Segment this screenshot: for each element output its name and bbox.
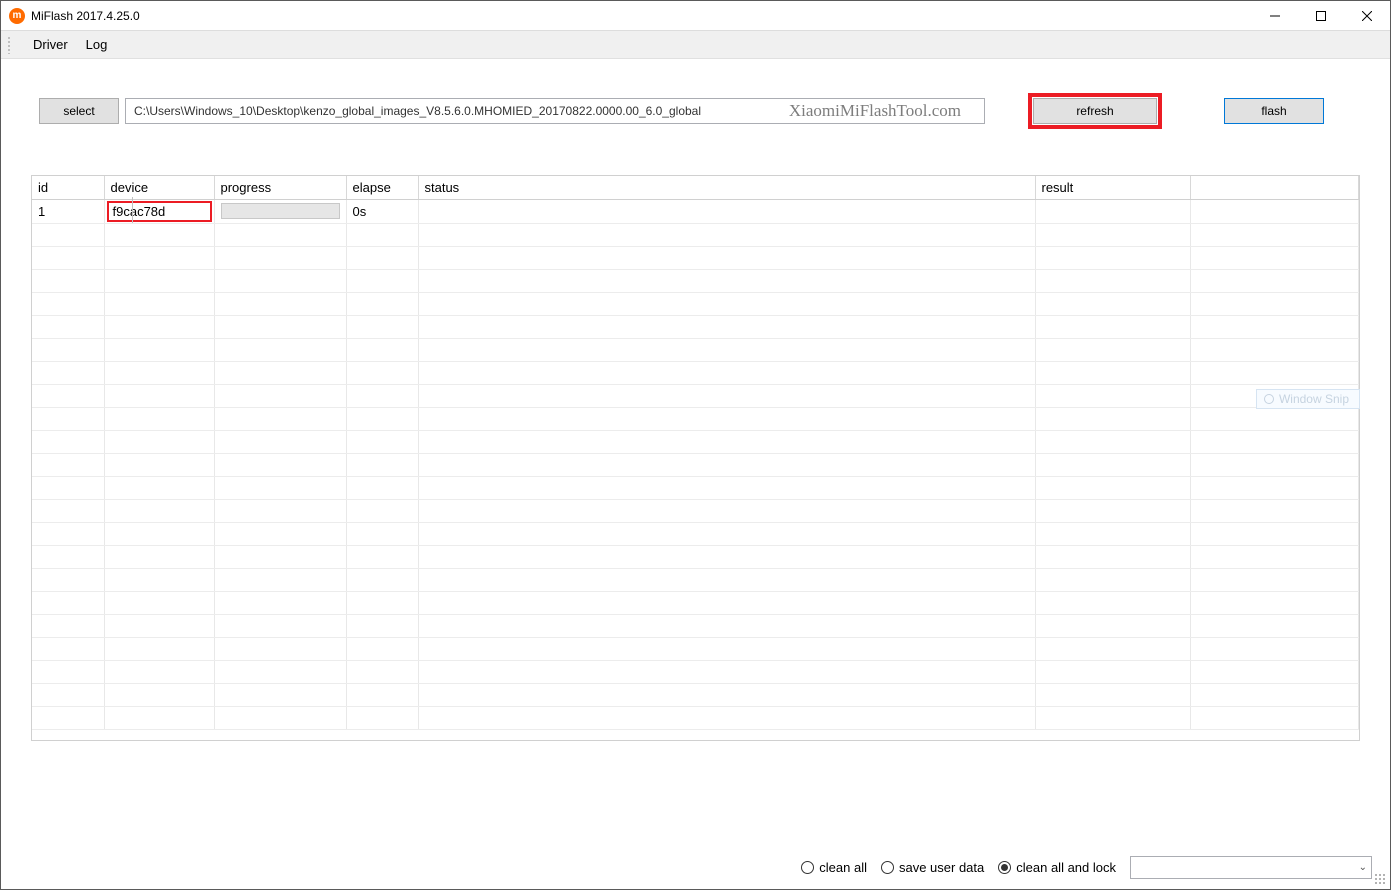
table-header-row: id device progress elapse status result xyxy=(32,176,1359,199)
progress-bar xyxy=(221,203,340,219)
chevron-down-icon: ⌄ xyxy=(1359,862,1367,873)
table-row xyxy=(32,637,1359,660)
col-id-header[interactable]: id xyxy=(32,176,104,199)
select-button[interactable]: select xyxy=(39,98,119,124)
footer-dropdown[interactable]: ⌄ xyxy=(1130,856,1372,879)
menu-driver[interactable]: Driver xyxy=(33,37,68,52)
close-button[interactable] xyxy=(1344,1,1390,31)
table-row xyxy=(32,706,1359,729)
radio-icon xyxy=(881,861,894,874)
table-row xyxy=(32,246,1359,269)
app-icon: m xyxy=(9,8,25,24)
minimize-icon xyxy=(1270,11,1280,21)
col-status-header[interactable]: status xyxy=(418,176,1035,199)
table-row xyxy=(32,361,1359,384)
divider-tick xyxy=(132,197,133,223)
col-elapse-header[interactable]: elapse xyxy=(346,176,418,199)
close-icon xyxy=(1362,11,1372,21)
cell-id: 1 xyxy=(32,199,104,223)
table-row xyxy=(32,384,1359,407)
cell-elapse: 0s xyxy=(346,199,418,223)
toolbar: select XiaomiMiFlashTool.com refresh fla… xyxy=(1,59,1390,129)
table-row[interactable]: 1 f9cac78d 0s xyxy=(32,199,1359,223)
maximize-button[interactable] xyxy=(1298,1,1344,31)
option-label: clean all xyxy=(819,860,867,875)
option-clean-all-and-lock[interactable]: clean all and lock xyxy=(998,860,1116,875)
table-row xyxy=(32,683,1359,706)
table-row xyxy=(32,499,1359,522)
col-progress-header[interactable]: progress xyxy=(214,176,346,199)
resize-grip[interactable] xyxy=(1374,873,1386,885)
table-row xyxy=(32,522,1359,545)
table-row xyxy=(32,315,1359,338)
menu-bar: Driver Log xyxy=(1,31,1390,59)
option-label: clean all and lock xyxy=(1016,860,1116,875)
refresh-highlight-box: refresh xyxy=(1028,93,1162,129)
table-row xyxy=(32,545,1359,568)
table-row xyxy=(32,407,1359,430)
device-highlight: f9cac78d xyxy=(107,201,212,222)
table-row xyxy=(32,338,1359,361)
window-title: MiFlash 2017.4.25.0 xyxy=(31,9,140,23)
cell-progress xyxy=(214,199,346,223)
cell-device: f9cac78d xyxy=(104,199,214,223)
table-row xyxy=(32,568,1359,591)
table-row xyxy=(32,660,1359,683)
option-label: save user data xyxy=(899,860,984,875)
rom-path-input[interactable] xyxy=(125,98,985,124)
table-row xyxy=(32,223,1359,246)
menu-log[interactable]: Log xyxy=(86,37,108,52)
table-row xyxy=(32,591,1359,614)
table-row xyxy=(32,292,1359,315)
col-device-header[interactable]: device xyxy=(104,176,214,199)
table-row xyxy=(32,453,1359,476)
col-result-header[interactable]: result xyxy=(1035,176,1190,199)
cell-result xyxy=(1035,199,1190,223)
radio-icon xyxy=(801,861,814,874)
cell-status xyxy=(418,199,1035,223)
table-row xyxy=(32,269,1359,292)
footer-bar: clean all save user data clean all and l… xyxy=(1,850,1390,885)
table-row xyxy=(32,430,1359,453)
radio-icon xyxy=(998,861,1011,874)
maximize-icon xyxy=(1316,11,1326,21)
title-bar: m MiFlash 2017.4.25.0 xyxy=(1,1,1390,31)
minimize-button[interactable] xyxy=(1252,1,1298,31)
col-extra-header xyxy=(1190,176,1359,199)
table-row xyxy=(32,614,1359,637)
refresh-button[interactable]: refresh xyxy=(1033,98,1157,124)
option-clean-all[interactable]: clean all xyxy=(801,860,867,875)
window-snip-overlay: Window Snip xyxy=(1256,389,1360,409)
option-save-user-data[interactable]: save user data xyxy=(881,860,984,875)
table-row xyxy=(32,476,1359,499)
device-table: id device progress elapse status result … xyxy=(31,175,1360,741)
flash-button[interactable]: flash xyxy=(1224,98,1324,124)
